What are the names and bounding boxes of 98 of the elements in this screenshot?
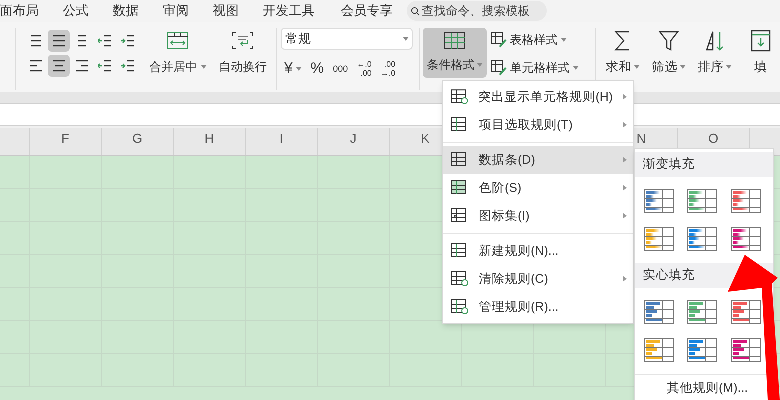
menu-tab[interactable]: 公式 xyxy=(63,3,89,18)
text-align-icon xyxy=(29,35,44,47)
wrap-text-button[interactable]: 自动换行 xyxy=(212,28,274,84)
section-heading: 实心填充 xyxy=(643,267,695,284)
data-bar-style-button[interactable] xyxy=(687,227,718,251)
tool-button[interactable]: 排序 xyxy=(696,28,734,84)
column-header[interactable]: F xyxy=(62,132,70,146)
fill-icon xyxy=(750,30,772,52)
data-bar-style-button[interactable] xyxy=(687,189,718,213)
number-format-button[interactable]: % xyxy=(308,58,328,80)
table-icon xyxy=(451,117,469,133)
text-align-icon xyxy=(29,60,44,72)
table-icon xyxy=(444,32,466,50)
number-format-button[interactable]: ←.0 .00 xyxy=(354,58,375,80)
caret-icon xyxy=(680,65,686,70)
caret-icon xyxy=(572,66,579,70)
menu-tab[interactable]: 数据 xyxy=(113,3,139,18)
column-header[interactable]: G xyxy=(132,132,143,146)
menu-item[interactable]: 其他规则(M)... xyxy=(667,379,748,398)
filter-icon xyxy=(658,30,680,52)
tool-button[interactable]: 筛选 xyxy=(650,28,688,84)
column-header[interactable]: O xyxy=(708,132,719,146)
style-button[interactable]: 单元格样式 xyxy=(490,57,587,79)
table-icon xyxy=(451,180,469,196)
number-format-button[interactable]: 000 xyxy=(330,58,352,80)
merge-cells-icon xyxy=(167,32,190,50)
number-format-button[interactable]: ¥ xyxy=(281,58,305,80)
style-button[interactable]: 表格样式 xyxy=(490,29,587,51)
tool-button[interactable]: 求和 xyxy=(604,28,642,84)
text-align-icon xyxy=(52,35,66,47)
menu-item[interactable]: 图标集(I) xyxy=(443,202,633,230)
menu-tab[interactable]: 视图 xyxy=(213,3,239,18)
text-align-icon xyxy=(75,60,90,72)
data-bar-style-button[interactable] xyxy=(730,189,761,213)
column-header[interactable]: N xyxy=(636,132,646,146)
wrap-text-icon xyxy=(232,32,254,50)
search-field[interactable]: 查找命令、搜索模板 xyxy=(407,1,547,21)
table-icon xyxy=(451,271,469,287)
submenu-arrow-icon xyxy=(623,157,627,163)
text-align-icon xyxy=(120,35,135,47)
menu-tab[interactable]: 会员专享 xyxy=(341,3,393,18)
column-header[interactable]: I xyxy=(280,132,284,146)
caret-icon xyxy=(403,37,410,41)
table-pen-icon xyxy=(490,60,507,76)
section-heading: 渐变填充 xyxy=(643,156,695,174)
text-align-icon xyxy=(120,60,135,72)
menu-item[interactable]: 新建规则(N)... xyxy=(443,237,633,265)
data-bar-style-button[interactable] xyxy=(730,300,761,324)
table-icon xyxy=(451,299,469,315)
submenu-arrow-icon xyxy=(623,185,627,191)
table-icon xyxy=(451,89,469,105)
submenu-arrow-icon xyxy=(623,213,627,219)
data-bar-style-button[interactable] xyxy=(644,227,674,251)
data-bar-style-button[interactable] xyxy=(644,189,674,213)
menu-tab[interactable]: 开发工具 xyxy=(263,3,315,18)
menu-tab[interactable]: 面布局 xyxy=(0,3,39,18)
number-format-button[interactable]: .00 →.0 xyxy=(378,58,399,80)
menu-item[interactable]: 项目选取规则(T) xyxy=(443,111,633,139)
text-align-icon xyxy=(98,60,112,72)
sort-icon xyxy=(704,30,726,52)
menu-item[interactable]: 色阶(S) xyxy=(443,174,633,202)
menu-item[interactable]: 突出显示单元格规则(H) xyxy=(443,83,633,111)
merge-center-button[interactable]: 合并居中 xyxy=(144,28,212,84)
table-icon xyxy=(451,208,469,224)
caret-icon xyxy=(726,65,732,70)
data-bar-style-button[interactable] xyxy=(687,300,718,324)
tool-button[interactable]: 填 xyxy=(742,28,780,84)
menu-item[interactable]: 管理规则(R)... xyxy=(443,293,633,321)
submenu-arrow-icon xyxy=(623,122,627,128)
conditional-format-button[interactable]: 条件格式 xyxy=(423,28,487,78)
caret-icon xyxy=(477,63,484,67)
caret-icon xyxy=(560,38,567,42)
menu-tab[interactable]: 审阅 xyxy=(163,3,189,18)
caret-icon xyxy=(296,67,302,71)
menu-item[interactable]: 清除规则(C) xyxy=(443,265,633,293)
text-align-icon xyxy=(98,35,112,47)
data-bar-style-button[interactable] xyxy=(730,227,761,251)
caret-icon xyxy=(200,65,207,69)
data-bar-style-button[interactable] xyxy=(644,300,674,324)
data-bar-style-button[interactable] xyxy=(644,338,674,362)
number-format-dropdown[interactable]: 常规 xyxy=(281,28,414,50)
data-bar-style-button[interactable] xyxy=(730,338,761,362)
table-icon xyxy=(451,152,469,168)
search-input[interactable]: 查找命令、搜索模板 xyxy=(422,2,543,20)
column-header[interactable]: K xyxy=(421,132,430,146)
table-icon xyxy=(451,243,469,259)
search-icon xyxy=(411,4,420,18)
column-header[interactable]: J xyxy=(350,132,357,146)
menu-item[interactable]: 数据条(D) xyxy=(443,146,633,174)
text-align-icon xyxy=(52,60,66,72)
alignment-button[interactable] xyxy=(48,30,70,52)
alignment-button[interactable] xyxy=(48,55,70,77)
submenu-arrow-icon xyxy=(623,94,627,100)
column-header[interactable]: H xyxy=(204,132,214,146)
submenu-arrow-icon xyxy=(623,276,627,282)
data-bar-style-button[interactable] xyxy=(687,338,718,362)
table-pen-icon xyxy=(490,32,507,48)
caret-icon xyxy=(634,65,640,70)
